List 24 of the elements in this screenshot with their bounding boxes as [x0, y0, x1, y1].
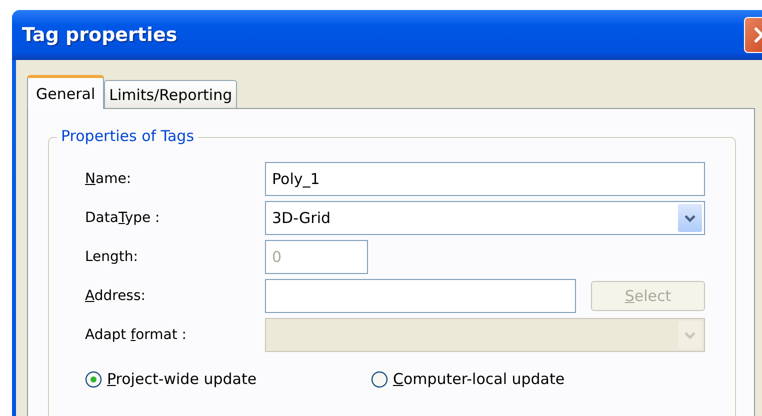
radio-option[interactable]: Computer-local update [371, 370, 657, 388]
field-label: Adapt format : [85, 327, 188, 343]
group-title: Properties of Tags [57, 127, 198, 145]
window-title: Tag properties [22, 24, 178, 46]
field-value: 0 [272, 248, 282, 266]
field-label: Name: [85, 171, 132, 187]
field-label: Length: [85, 249, 140, 265]
chevron-down-icon [684, 330, 696, 340]
input-field[interactable]: Poly_1 [265, 162, 705, 196]
tab[interactable]: Limits/Reporting [104, 80, 238, 108]
radio-option[interactable]: Project-wide update [85, 370, 371, 388]
radio-button[interactable] [371, 370, 388, 388]
field-value: 3D-Grid [272, 209, 331, 227]
radio-label: Computer-local update [393, 370, 565, 388]
chevron-down-icon [684, 214, 696, 222]
radio-label: Project-wide update [107, 370, 257, 388]
tab[interactable]: General [27, 75, 104, 109]
input-field[interactable] [265, 279, 576, 313]
radio-button[interactable] [85, 370, 102, 388]
field-label: DataType : [85, 210, 161, 226]
dropdown-field[interactable]: 3D-Grid [265, 201, 705, 235]
dropdown-button[interactable] [678, 204, 702, 232]
field-label: Address: [85, 288, 146, 304]
field-value: Poly_1 [272, 170, 320, 188]
